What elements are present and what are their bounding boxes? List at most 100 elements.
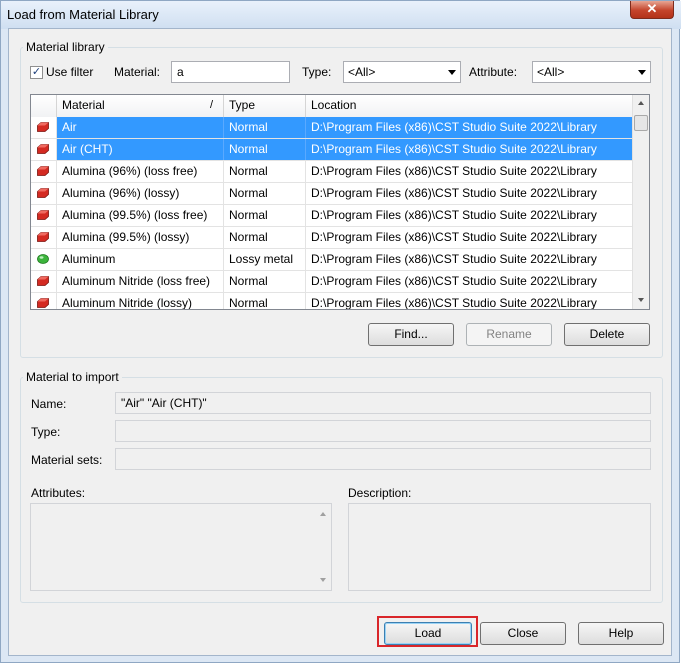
red-brick-icon: [37, 298, 49, 308]
table-row[interactable]: Alumina (96%) (lossy) Normal D:\Program Fi…: [31, 183, 633, 205]
row-material-cell: Alumina (99.5%) (loss free): [57, 205, 224, 226]
scroll-up-icon[interactable]: [638, 101, 644, 105]
row-icon-cell: [31, 205, 57, 226]
table-row[interactable]: Alumina (99.5%) (loss free) Normal D:\Prog…: [31, 205, 633, 227]
row-type-cell: Normal: [224, 183, 306, 204]
row-type-cell: Lossy metal: [224, 249, 306, 270]
row-material-cell: Aluminum: [57, 249, 224, 270]
table-row[interactable]: Aluminum Nitride (lossy) Normal D:\Program…: [31, 293, 633, 309]
type-filter-value: <All>: [348, 65, 376, 79]
material-to-import-label: Material to import: [23, 370, 122, 384]
red-brick-icon: [37, 144, 49, 154]
type-field: [115, 420, 651, 442]
type-filter-label: Type:: [302, 65, 332, 79]
row-location-cell: D:\Program Files (x86)\CST Studio Suite …: [306, 227, 633, 248]
row-icon-cell: [31, 293, 57, 309]
green-metal-icon: [37, 254, 49, 264]
material-column-label: Material: [62, 98, 105, 112]
icon-column-header[interactable]: [31, 95, 57, 117]
type-column-header[interactable]: Type: [224, 95, 306, 117]
attribute-filter-select[interactable]: <All>: [532, 61, 651, 83]
row-type-cell: Normal: [224, 271, 306, 292]
table-row[interactable]: Air Normal D:\Program Files (x86)\CST Stud…: [31, 117, 633, 139]
row-type-cell: Normal: [224, 293, 306, 309]
description-label: Description:: [348, 486, 412, 500]
row-material-cell: Alumina (99.5%) (lossy): [57, 227, 224, 248]
row-icon-cell: [31, 139, 57, 160]
row-location-cell: D:\Program Files (x86)\CST Studio Suite …: [306, 205, 633, 226]
material-sets-field: [115, 448, 651, 470]
table-row[interactable]: Aluminum Nitride (loss free) Normal D:\Pro…: [31, 271, 633, 293]
scrollbar-thumb[interactable]: [634, 115, 648, 131]
scroll-up-icon[interactable]: [320, 512, 326, 516]
row-location-cell: D:\Program Files (x86)\CST Studio Suite …: [306, 183, 633, 204]
row-material-cell: Aluminum Nitride (lossy): [57, 293, 224, 309]
table-scrollbar[interactable]: [632, 95, 649, 309]
chevron-down-icon: [448, 70, 456, 75]
row-material-cell: Aluminum Nitride (loss free): [57, 271, 224, 292]
row-type-cell: Normal: [224, 139, 306, 160]
location-column-label: Location: [311, 98, 357, 112]
red-brick-icon: [37, 232, 49, 242]
load-button[interactable]: Load: [384, 622, 472, 645]
row-location-cell: D:\Program Files (x86)\CST Studio Suite …: [306, 139, 633, 160]
row-location-cell: D:\Program Files (x86)\CST Studio Suite …: [306, 271, 633, 292]
attributes-area[interactable]: [30, 503, 332, 591]
row-material-cell: Air: [57, 117, 224, 138]
scroll-down-icon[interactable]: [638, 298, 644, 302]
chevron-down-icon: [638, 70, 646, 75]
attribute-filter-value: <All>: [537, 65, 565, 79]
row-material-cell: Air (CHT): [57, 139, 224, 160]
use-filter-checkbox[interactable]: ✓: [30, 66, 43, 79]
attributes-scrollbar[interactable]: [315, 504, 331, 590]
window-close-button[interactable]: ✕: [630, 1, 674, 19]
table-row[interactable]: Air (CHT) Normal D:\Program Files (x86)\CS…: [31, 139, 633, 161]
checkmark-icon: ✓: [31, 66, 42, 78]
location-column-header[interactable]: Location: [306, 95, 633, 117]
close-icon: ✕: [646, 1, 658, 16]
help-button[interactable]: Help: [578, 622, 664, 645]
material-column-header[interactable]: Material /: [57, 95, 224, 117]
table-row[interactable]: Alumina (99.5%) (lossy) Normal D:\Program …: [31, 227, 633, 249]
window-title: Load from Material Library: [7, 7, 159, 22]
delete-button[interactable]: Delete: [564, 323, 650, 346]
type-filter-select[interactable]: <All>: [343, 61, 461, 83]
table-header: Material / Type Location: [31, 95, 633, 118]
find-button[interactable]: Find...: [368, 323, 454, 346]
row-material-cell: Alumina (96%) (loss free): [57, 161, 224, 182]
table-row[interactable]: Alumina (96%) (loss free) Normal D:\Progra…: [31, 161, 633, 183]
name-field: "Air" "Air (CHT)": [115, 392, 651, 414]
title-bar[interactable]: Load from Material Library ✕: [1, 1, 681, 29]
row-material-cell: Alumina (96%) (lossy): [57, 183, 224, 204]
red-brick-icon: [37, 210, 49, 220]
materials-table[interactable]: Material / Type Location Air Normal D:\Pro…: [30, 94, 650, 310]
row-icon-cell: [31, 271, 57, 292]
scroll-down-icon[interactable]: [320, 578, 326, 582]
row-location-cell: D:\Program Files (x86)\CST Studio Suite …: [306, 117, 633, 138]
close-button[interactable]: Close: [480, 622, 566, 645]
material-filter-input[interactable]: a: [171, 61, 290, 83]
red-brick-icon: [37, 166, 49, 176]
type-column-label: Type: [229, 98, 256, 112]
row-icon-cell: [31, 227, 57, 248]
row-location-cell: D:\Program Files (x86)\CST Studio Suite …: [306, 161, 633, 182]
use-filter-label: Use filter: [46, 65, 94, 79]
description-area[interactable]: [348, 503, 651, 591]
row-icon-cell: [31, 183, 57, 204]
red-brick-icon: [37, 188, 49, 198]
red-brick-icon: [37, 122, 49, 132]
row-type-cell: Normal: [224, 161, 306, 182]
sort-icon: /: [209, 99, 213, 111]
material-library-label: Material library: [23, 40, 108, 54]
attribute-filter-label: Attribute:: [469, 65, 518, 79]
row-location-cell: D:\Program Files (x86)\CST Studio Suite …: [306, 293, 633, 309]
material-filter-label: Material:: [114, 65, 161, 79]
row-location-cell: D:\Program Files (x86)\CST Studio Suite …: [306, 249, 633, 270]
table-row[interactable]: Aluminum Lossy metal D:\Program Files (x86…: [31, 249, 633, 271]
row-icon-cell: [31, 249, 57, 270]
material-sets-label: Material sets:: [31, 453, 103, 467]
rename-button[interactable]: Rename: [466, 323, 552, 346]
row-icon-cell: [31, 161, 57, 182]
name-label: Name:: [31, 397, 67, 411]
row-icon-cell: [31, 117, 57, 138]
